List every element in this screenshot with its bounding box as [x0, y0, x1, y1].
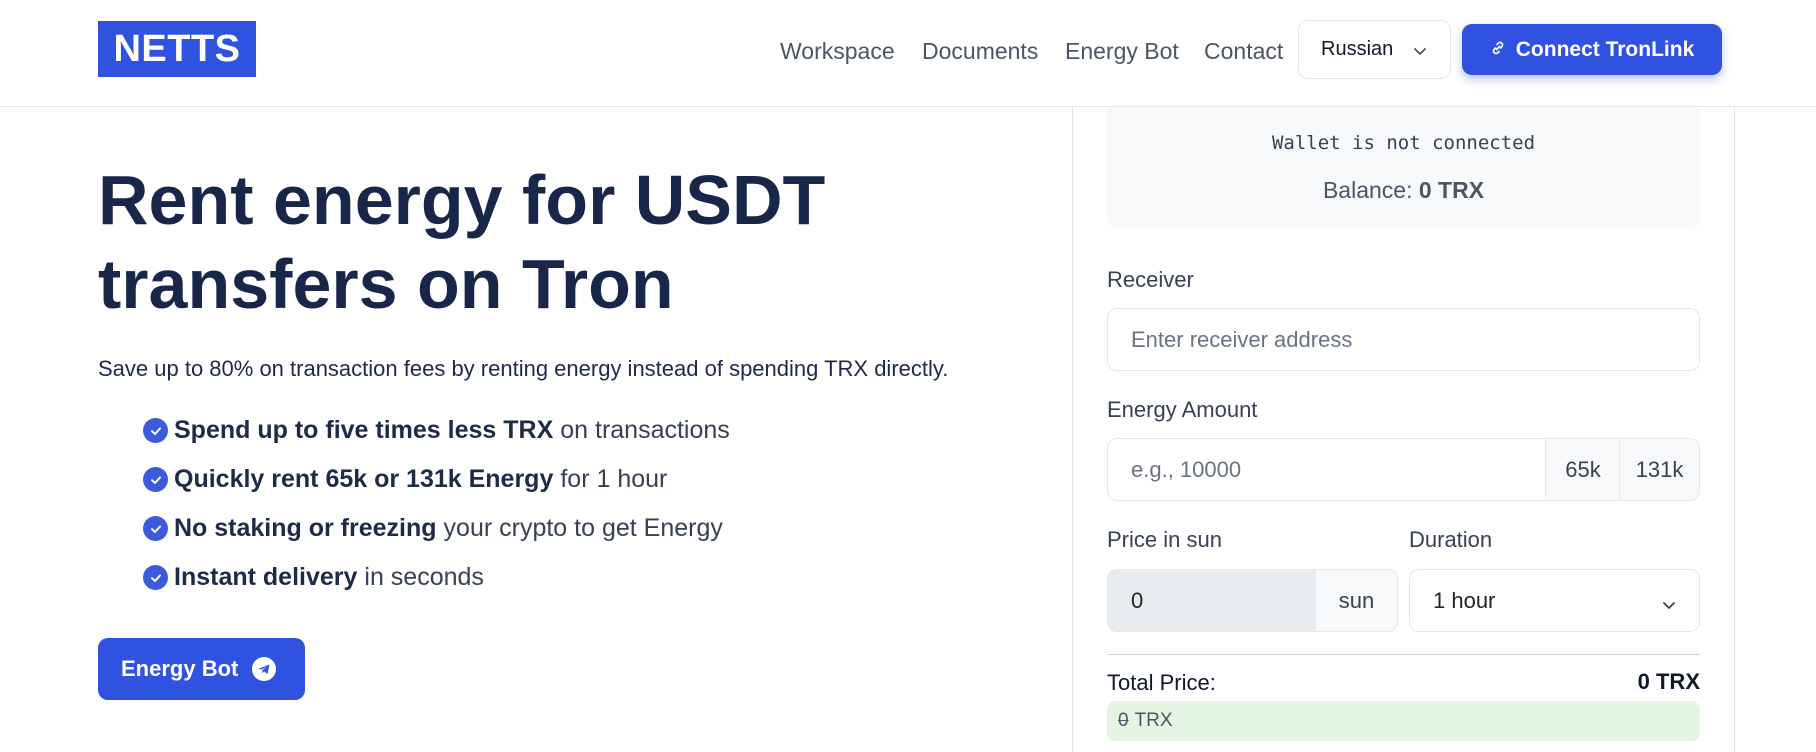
page-title-line-1: Rent energy for USDT — [98, 161, 826, 239]
hero-subtitle: Save up to 80% on transaction fees by re… — [98, 356, 949, 381]
total-old-price: 0 — [1118, 710, 1129, 731]
connect-tronlink-label: Connect TronLink — [1515, 37, 1695, 61]
rent-energy-panel: Wallet is not connected Balance: 0 TRX R… — [1072, 107, 1735, 752]
site-header: NETTS Workspace Documents Energy Bot Con… — [0, 0, 1816, 107]
receiver-input[interactable]: Enter receiver address — [1107, 308, 1700, 371]
price-value: 0 — [1131, 587, 1144, 613]
feature-text: your crypto to get Energy — [443, 514, 723, 542]
feature-item: Spend up to five times less TRX on trans… — [143, 406, 730, 455]
duration-value: 1 hour — [1433, 587, 1496, 613]
total-price-value: 0 TRX — [1637, 669, 1700, 694]
duration-label: Duration — [1409, 527, 1493, 552]
price-input[interactable]: 0 — [1107, 569, 1317, 632]
total-price-box: 0 TRX — [1107, 701, 1700, 741]
feature-bold: No staking or freezing — [174, 514, 437, 542]
page-title-line-2: transfers on Tron — [98, 245, 674, 323]
language-value: Russian — [1321, 38, 1394, 60]
feature-text: in seconds — [364, 563, 484, 591]
link-icon — [1490, 38, 1506, 62]
feature-bold: Quickly rent 65k or 131k Energy — [174, 465, 554, 493]
nav-energy-bot[interactable]: Energy Bot — [1065, 34, 1179, 68]
balance-value: 0 TRX — [1418, 177, 1485, 203]
energy-bot-button[interactable]: Energy Bot — [98, 638, 305, 700]
wallet-status: Wallet is not connected — [1271, 132, 1536, 154]
feature-item: Quickly rent 65k or 131k Energy for 1 ho… — [143, 455, 730, 504]
connect-tronlink-button[interactable]: Connect TronLink — [1462, 24, 1722, 75]
total-new-price: TRX — [1134, 710, 1173, 731]
check-circle-icon — [143, 565, 168, 590]
check-circle-icon — [143, 418, 168, 443]
price-label: Price in sun — [1107, 527, 1222, 552]
logo[interactable]: NETTS — [98, 21, 256, 77]
check-circle-icon — [143, 467, 168, 492]
duration-select[interactable]: 1 hour — [1409, 569, 1700, 632]
chevron-down-icon — [1661, 593, 1677, 619]
page-title: Rent energy for USDT transfers on Tron — [98, 158, 858, 326]
preset-65k-button[interactable]: 65k — [1545, 438, 1621, 501]
feature-text: for 1 hour — [560, 465, 668, 493]
feature-bold: Instant delivery — [174, 563, 358, 591]
feature-bold: Spend up to five times less TRX — [174, 416, 554, 444]
energy-amount-placeholder: e.g., 10000 — [1131, 456, 1242, 482]
divider — [1107, 654, 1700, 655]
feature-text: on transactions — [560, 416, 730, 444]
check-circle-icon — [143, 516, 168, 541]
feature-list: Spend up to five times less TRX on trans… — [143, 406, 730, 602]
nav-contact[interactable]: Contact — [1204, 34, 1283, 68]
chevron-down-icon — [1412, 42, 1428, 65]
energy-amount-label: Energy Amount — [1107, 397, 1258, 422]
wallet-balance: Balance: 0 TRX — [1107, 177, 1700, 204]
nav-documents[interactable]: Documents — [922, 34, 1038, 68]
total-price-label: Total Price: — [1107, 670, 1216, 695]
receiver-placeholder: Enter receiver address — [1131, 326, 1353, 352]
energy-bot-label: Energy Bot — [121, 656, 239, 681]
preset-131k-button[interactable]: 131k — [1619, 438, 1700, 501]
balance-label: Balance: — [1322, 177, 1413, 203]
nav-workspace[interactable]: Workspace — [780, 34, 895, 68]
wallet-info-box: Wallet is not connected Balance: 0 TRX — [1107, 107, 1700, 228]
feature-item: No staking or freezing your crypto to ge… — [143, 504, 730, 553]
price-unit: sun — [1315, 569, 1398, 632]
energy-amount-input[interactable]: e.g., 10000 — [1107, 438, 1547, 501]
language-select[interactable]: Russian — [1298, 20, 1451, 79]
receiver-label: Receiver — [1107, 267, 1194, 292]
feature-item: Instant delivery in seconds — [143, 553, 730, 602]
telegram-icon — [252, 657, 277, 681]
